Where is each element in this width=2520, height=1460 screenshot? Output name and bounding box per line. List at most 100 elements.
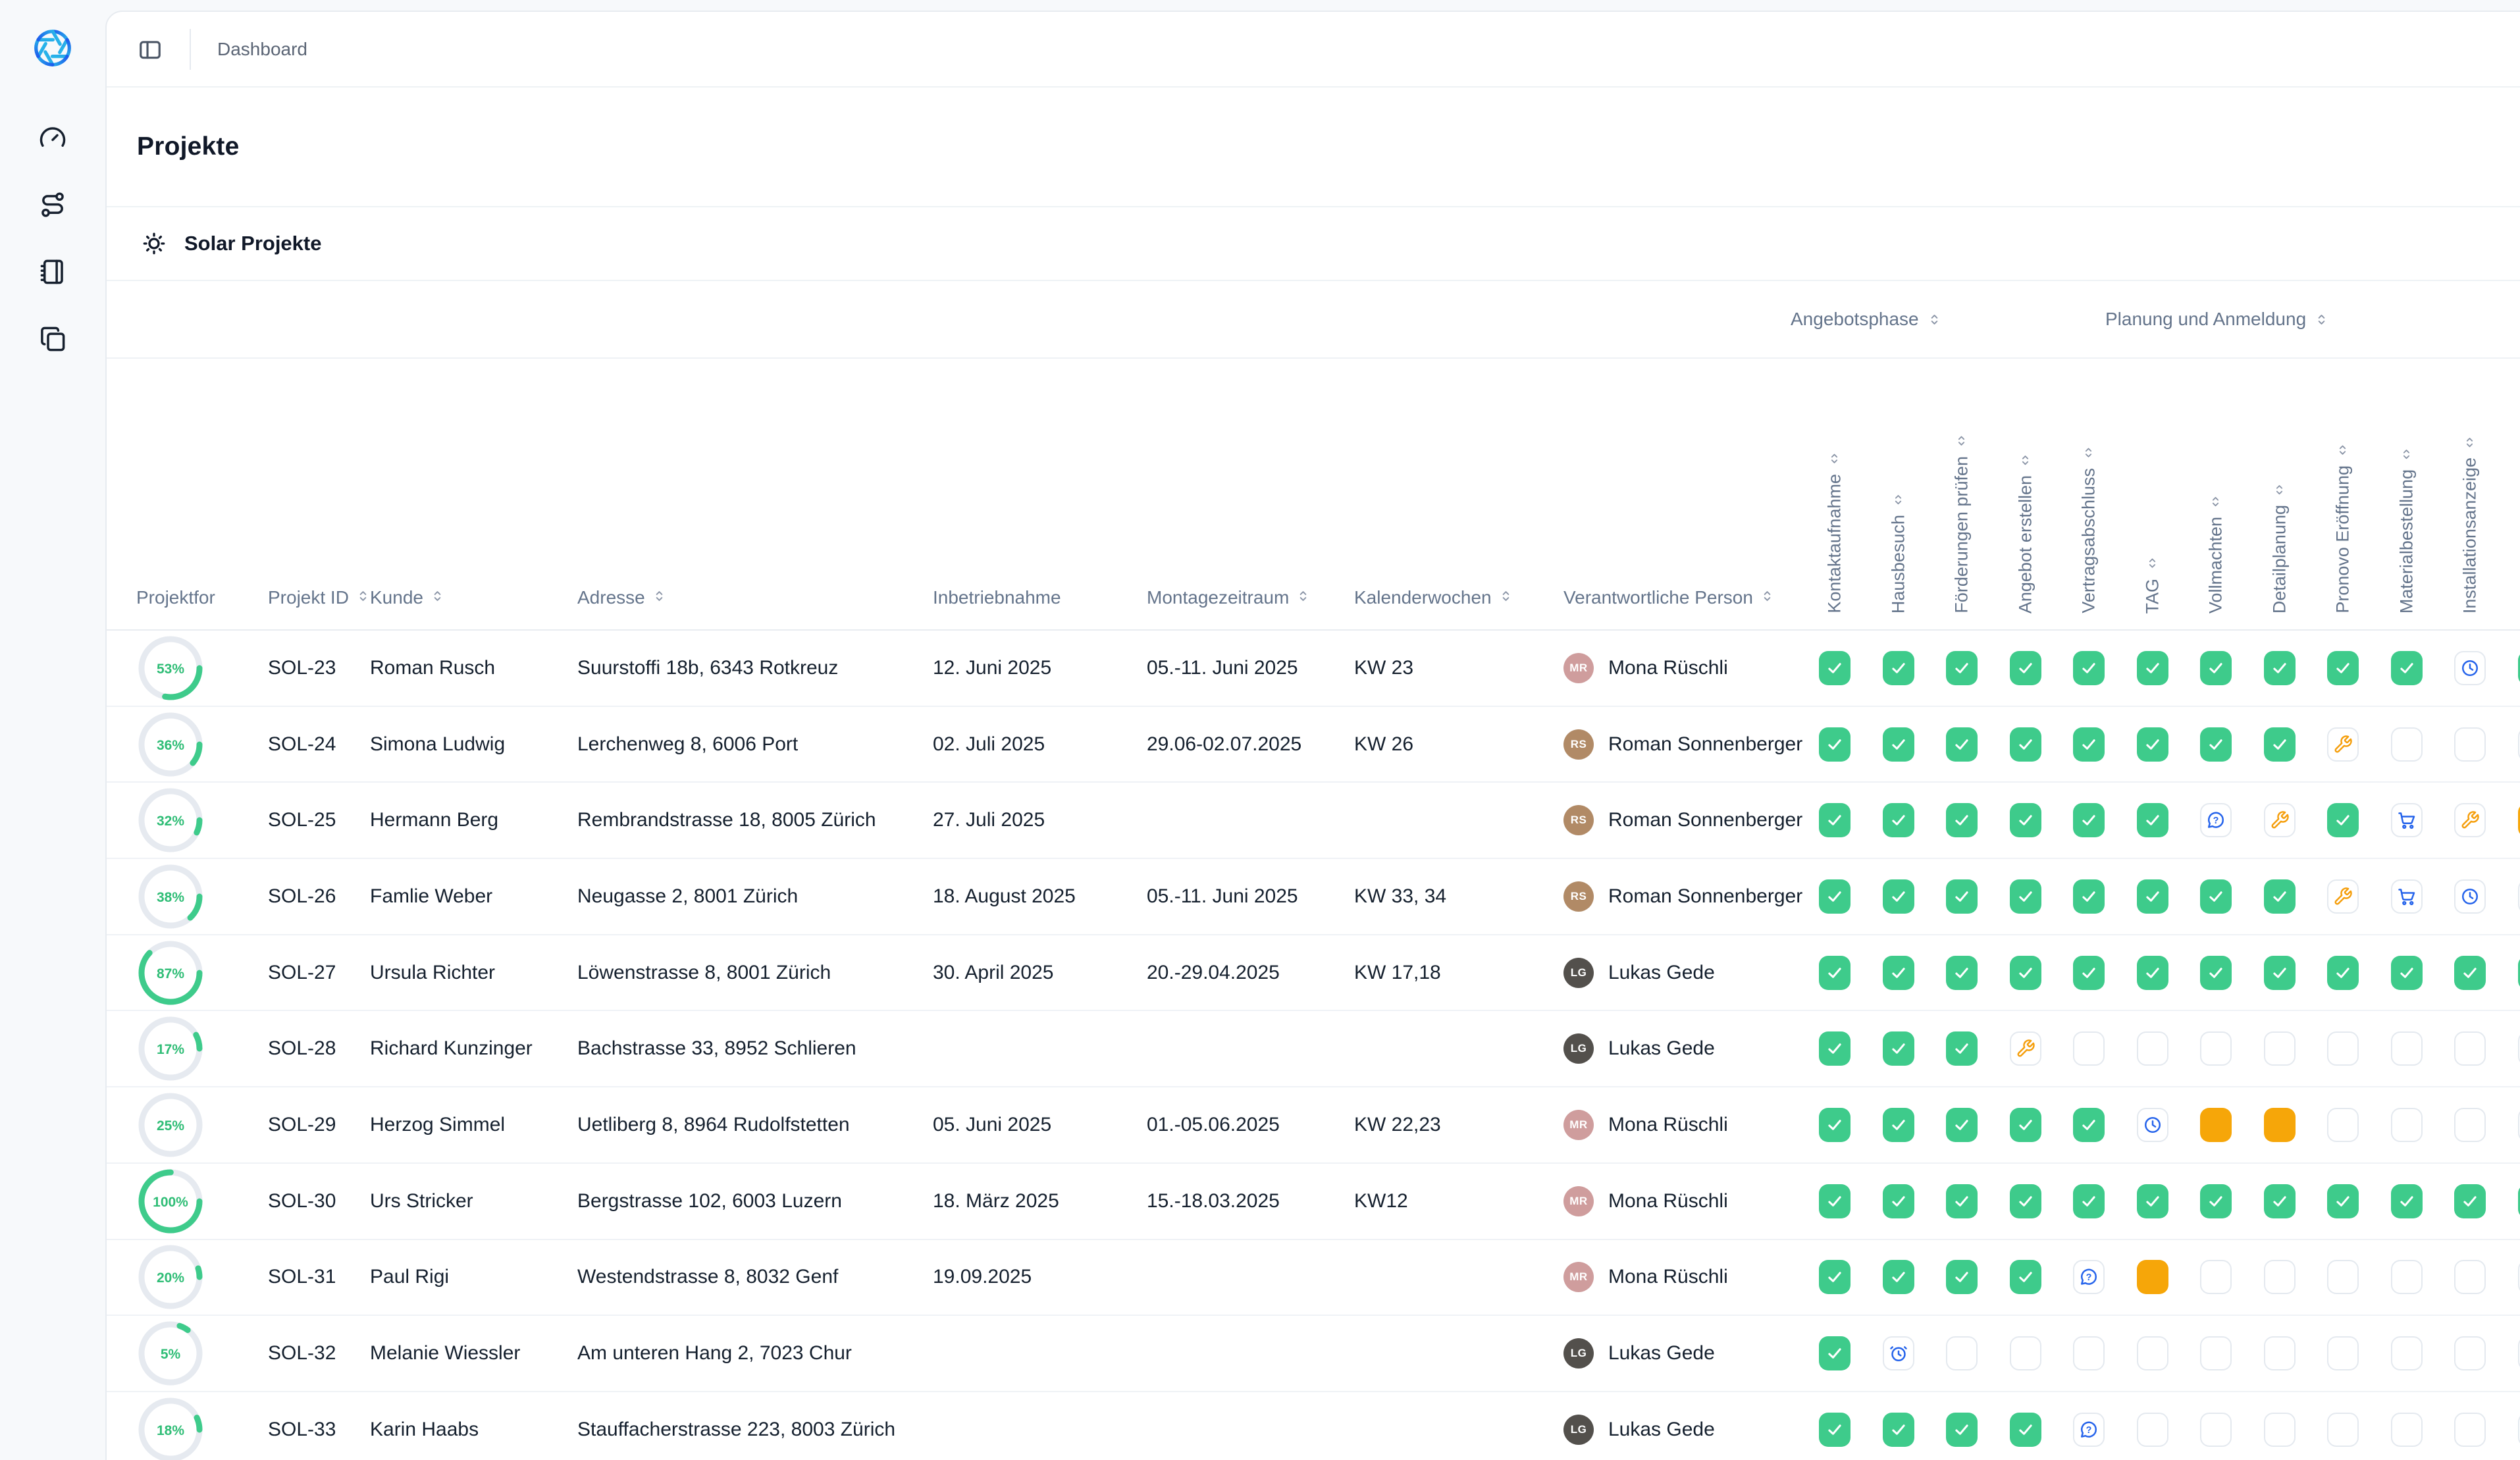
status-empty[interactable] — [2391, 1031, 2423, 1066]
status-check[interactable] — [1819, 651, 1851, 685]
status-empty[interactable] — [2454, 1108, 2486, 1142]
status-empty[interactable] — [2454, 1260, 2486, 1294]
status-check[interactable] — [1819, 956, 1851, 990]
status-orange[interactable] — [2264, 1108, 2296, 1142]
status-check[interactable] — [2391, 956, 2423, 990]
status-check[interactable] — [2200, 956, 2232, 990]
status-empty[interactable] — [2454, 727, 2486, 762]
status-empty[interactable] — [2454, 1413, 2486, 1447]
status-check[interactable] — [2200, 727, 2232, 762]
status-check[interactable] — [2391, 651, 2423, 685]
status-empty[interactable] — [2454, 1031, 2486, 1066]
status-check[interactable] — [2073, 956, 2105, 990]
status-check[interactable] — [1883, 1031, 1914, 1066]
status-alarm[interactable] — [1883, 1336, 1914, 1370]
status-check[interactable] — [1819, 1184, 1851, 1218]
status-empty[interactable] — [2137, 1336, 2168, 1370]
table-row-sol-33[interactable]: 18% SOL-33 Karin Haabs Stauffacherstrass… — [107, 1392, 2520, 1460]
status-check[interactable] — [1946, 879, 1978, 914]
column-group-planung-und-anmeldung[interactable]: Planung und Anmeldung — [2105, 281, 2329, 357]
status-empty[interactable] — [2264, 1031, 2296, 1066]
sidebar-item-gauge[interactable] — [38, 122, 68, 153]
status-cart[interactable] — [2391, 879, 2423, 914]
status-empty[interactable] — [2327, 1031, 2359, 1066]
status-check[interactable] — [1819, 879, 1851, 914]
status-wrench[interactable] — [2327, 879, 2359, 914]
status-empty[interactable] — [2073, 1336, 2105, 1370]
status-check[interactable] — [2264, 1184, 2296, 1218]
status-check[interactable] — [2200, 651, 2232, 685]
status-question[interactable]: ? — [2200, 803, 2232, 837]
column-group-angebotsphase[interactable]: Angebotsphase — [1791, 281, 1942, 357]
status-question[interactable]: ? — [2073, 1260, 2105, 1294]
step-header-kontaktaufnahme[interactable]: Kontaktaufnahme — [1803, 359, 1867, 629]
status-check[interactable] — [1946, 651, 1978, 685]
status-check[interactable] — [1946, 1413, 1978, 1447]
status-empty[interactable] — [2391, 1413, 2423, 1447]
status-empty[interactable] — [1946, 1336, 1978, 1370]
status-check[interactable] — [1946, 1184, 1978, 1218]
status-empty[interactable] — [2327, 1413, 2359, 1447]
status-check[interactable] — [2137, 879, 2168, 914]
table-row-sol-31[interactable]: 20% SOL-31 Paul Rigi Westendstrasse 8, 8… — [107, 1240, 2520, 1317]
status-check[interactable] — [1883, 1413, 1914, 1447]
status-check[interactable] — [2073, 879, 2105, 914]
status-wrench[interactable] — [2454, 803, 2486, 837]
status-wrench[interactable] — [2327, 727, 2359, 762]
column-header-verantwortliche-person[interactable]: Verantwortliche Person — [1563, 587, 1803, 629]
step-header-pronovo-er-ffnung[interactable]: Pronovo Eröffnung — [2311, 359, 2375, 629]
column-header-inbetriebnahme[interactable]: Inbetriebnahme — [933, 587, 1147, 629]
status-empty[interactable] — [2264, 1413, 2296, 1447]
column-header-projekt-id[interactable]: Projekt ID — [268, 587, 370, 629]
status-check[interactable] — [1883, 1108, 1914, 1142]
column-header-adresse[interactable]: Adresse — [577, 587, 933, 629]
sidebar-item-route[interactable] — [38, 190, 68, 220]
status-empty[interactable] — [2137, 1413, 2168, 1447]
status-orange[interactable] — [2137, 1260, 2168, 1294]
status-check[interactable] — [2264, 956, 2296, 990]
status-check[interactable] — [2137, 803, 2168, 837]
status-clock[interactable] — [2454, 879, 2486, 914]
table-row-sol-25[interactable]: 32% SOL-25 Hermann Berg Rembrandstrasse … — [107, 783, 2520, 859]
status-check[interactable] — [2454, 1184, 2486, 1218]
status-check[interactable] — [2137, 651, 2168, 685]
step-header-hausbesuch[interactable]: Hausbesuch — [1867, 359, 1931, 629]
status-empty[interactable] — [2391, 1260, 2423, 1294]
status-check[interactable] — [1883, 1260, 1914, 1294]
step-header-f-rderungen-pr-fen[interactable]: Förderungen prüfen — [1930, 359, 1994, 629]
table-row-sol-28[interactable]: 17% SOL-28 Richard Kunzinger Bachstrasse… — [107, 1011, 2520, 1087]
status-check[interactable] — [1883, 879, 1914, 914]
status-check[interactable] — [1946, 1031, 1978, 1066]
step-header-vertragsabschluss[interactable]: Vertragsabschluss — [2057, 359, 2121, 629]
app-logo-icon[interactable] — [31, 26, 74, 70]
status-cart[interactable] — [2391, 803, 2423, 837]
status-empty[interactable] — [2391, 727, 2423, 762]
table-row-sol-29[interactable]: 25% SOL-29 Herzog Simmel Uetliberg 8, 89… — [107, 1087, 2520, 1164]
step-header-vollmachten[interactable]: Vollmachten — [2184, 359, 2248, 629]
status-check[interactable] — [1946, 956, 1978, 990]
status-check[interactable] — [2137, 727, 2168, 762]
step-header-detailplanung[interactable]: Detailplanung — [2248, 359, 2312, 629]
status-check[interactable] — [1946, 1260, 1978, 1294]
status-check[interactable] — [1883, 727, 1914, 762]
status-check[interactable] — [2010, 1108, 2041, 1142]
step-header-tag[interactable]: TAG — [2121, 359, 2185, 629]
status-check[interactable] — [2073, 1184, 2105, 1218]
status-check[interactable] — [2010, 879, 2041, 914]
column-header-kalenderwochen[interactable]: Kalenderwochen — [1354, 587, 1563, 629]
status-check[interactable] — [2010, 1184, 2041, 1218]
status-empty[interactable] — [2264, 1260, 2296, 1294]
status-empty[interactable] — [2200, 1031, 2232, 1066]
status-check[interactable] — [1946, 803, 1978, 837]
status-check[interactable] — [1946, 727, 1978, 762]
step-header-materialbestellung[interactable]: Materialbestellung — [2375, 359, 2439, 629]
status-empty[interactable] — [2010, 1336, 2041, 1370]
status-empty[interactable] — [2391, 1108, 2423, 1142]
status-check[interactable] — [2200, 1184, 2232, 1218]
status-check[interactable] — [1819, 1413, 1851, 1447]
status-check[interactable] — [1883, 1184, 1914, 1218]
status-check[interactable] — [2327, 651, 2359, 685]
sidebar-item-copy[interactable] — [38, 324, 68, 354]
status-orange[interactable] — [2200, 1108, 2232, 1142]
status-check[interactable] — [2327, 1184, 2359, 1218]
